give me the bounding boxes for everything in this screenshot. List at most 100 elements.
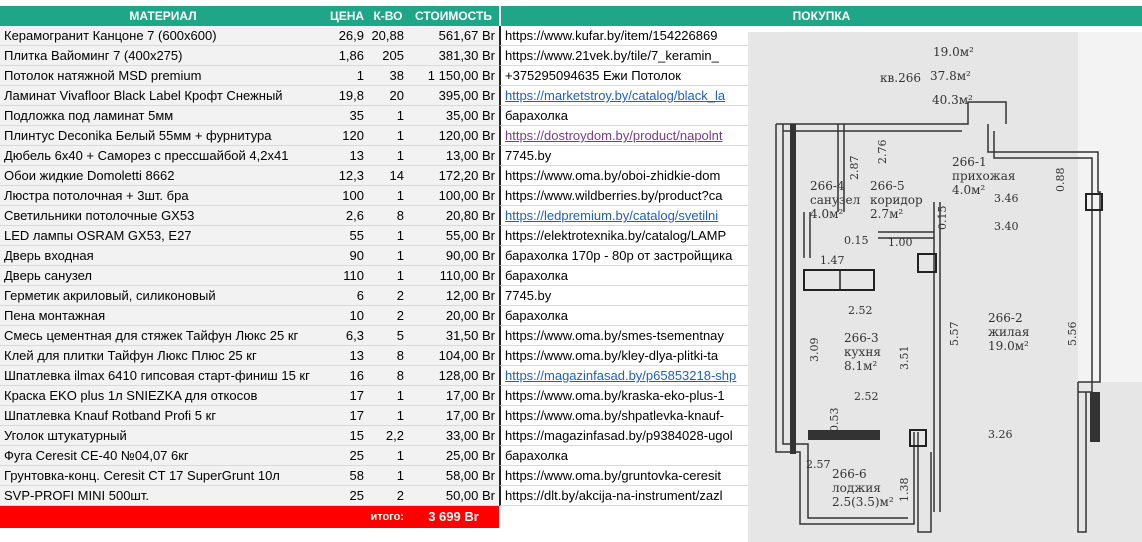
qty-cell[interactable]: 1 [368, 126, 408, 146]
cost-cell[interactable]: 35,00 Br [408, 106, 499, 126]
cost-cell[interactable]: 104,00 Br [408, 346, 499, 366]
qty-cell[interactable]: 2 [368, 286, 408, 306]
material-cell[interactable]: SVP-PROFI MINI 500шт. [0, 486, 326, 506]
cost-cell[interactable]: 110,00 Br [408, 266, 499, 286]
material-cell[interactable]: Дверь санузел [0, 266, 326, 286]
material-cell[interactable]: Подложка под ламинат 5мм [0, 106, 326, 126]
material-cell[interactable]: Клей для плитки Тайфун Люкс Плюс 25 кг [0, 346, 326, 366]
purchase-link[interactable]: https://magazinfasad.by/p65853218-shp [505, 368, 736, 383]
price-cell[interactable]: 58 [326, 466, 368, 486]
qty-cell[interactable]: 8 [368, 366, 408, 386]
qty-cell[interactable]: 1 [368, 406, 408, 426]
cost-cell[interactable]: 50,00 Br [408, 486, 499, 506]
cost-cell[interactable]: 13,00 Br [408, 146, 499, 166]
material-cell[interactable]: Герметик акриловый, силиконовый [0, 286, 326, 306]
price-cell[interactable]: 25 [326, 446, 368, 466]
price-cell[interactable]: 100 [326, 186, 368, 206]
material-cell[interactable]: Дверь входная [0, 246, 326, 266]
material-cell[interactable]: Уголок штукатурный [0, 426, 326, 446]
qty-cell[interactable]: 2 [368, 486, 408, 506]
cost-cell[interactable]: 120,00 Br [408, 126, 499, 146]
price-cell[interactable]: 6 [326, 286, 368, 306]
price-cell[interactable]: 13 [326, 346, 368, 366]
material-cell[interactable]: Плитка Вайоминг 7 (400х275) [0, 46, 326, 66]
qty-cell[interactable]: 2,2 [368, 426, 408, 446]
cost-cell[interactable]: 31,50 Br [408, 326, 499, 346]
cost-cell[interactable]: 55,00 Br [408, 226, 499, 246]
qty-cell[interactable]: 1 [368, 266, 408, 286]
material-cell[interactable]: Фуга Ceresit CE-40 №04,07 6кг [0, 446, 326, 466]
qty-cell[interactable]: 1 [368, 246, 408, 266]
material-cell[interactable]: Обои жидкие Domoletti 8662 [0, 166, 326, 186]
cost-cell[interactable]: 25,00 Br [408, 446, 499, 466]
qty-cell[interactable]: 14 [368, 166, 408, 186]
material-cell[interactable]: Светильники потолочные GX53 [0, 206, 326, 226]
qty-cell[interactable]: 1 [368, 106, 408, 126]
price-cell[interactable]: 17 [326, 406, 368, 426]
material-cell[interactable]: Потолок натяжной MSD premium [0, 66, 326, 86]
purchase-link[interactable]: https://dostroydom.by/product/napolnt [505, 128, 723, 143]
price-cell[interactable]: 1,86 [326, 46, 368, 66]
material-cell[interactable]: Пена монтажная [0, 306, 326, 326]
price-cell[interactable]: 13 [326, 146, 368, 166]
price-cell[interactable]: 19,8 [326, 86, 368, 106]
qty-cell[interactable]: 1 [368, 466, 408, 486]
material-cell[interactable]: Краска EKO plus 1л SNIEZKA для откосов [0, 386, 326, 406]
material-cell[interactable]: Плинтус Deconika Белый 55мм + фурнитура [0, 126, 326, 146]
header-price[interactable]: ЦЕНА [326, 6, 368, 26]
qty-cell[interactable]: 20,88 [368, 26, 408, 46]
price-cell[interactable]: 12,3 [326, 166, 368, 186]
price-cell[interactable]: 35 [326, 106, 368, 126]
price-cell[interactable]: 16 [326, 366, 368, 386]
material-cell[interactable]: LED лампы OSRAM GX53, E27 [0, 226, 326, 246]
cost-cell[interactable]: 128,00 Br [408, 366, 499, 386]
total-value[interactable]: 3 699 Br [408, 506, 499, 528]
purchase-link[interactable]: https://ledpremium.by/catalog/svetilni [505, 208, 718, 223]
cost-cell[interactable]: 33,00 Br [408, 426, 499, 446]
material-cell[interactable]: Смесь цементная для стяжек Тайфун Люкс 2… [0, 326, 326, 346]
material-cell[interactable]: Шпатлевка ilmax 6410 гипсовая старт-фини… [0, 366, 326, 386]
material-cell[interactable]: Шпатлевка Knauf Rotband Profi 5 кг [0, 406, 326, 426]
qty-cell[interactable]: 1 [368, 146, 408, 166]
price-cell[interactable]: 120 [326, 126, 368, 146]
cost-cell[interactable]: 20,80 Br [408, 206, 499, 226]
price-cell[interactable]: 6,3 [326, 326, 368, 346]
price-cell[interactable]: 2,6 [326, 206, 368, 226]
cost-cell[interactable]: 381,30 Br [408, 46, 499, 66]
material-cell[interactable]: Ламинат Vivafloor Black Label Крофт Снеж… [0, 86, 326, 106]
qty-cell[interactable]: 1 [368, 226, 408, 246]
cost-cell[interactable]: 20,00 Br [408, 306, 499, 326]
header-cost[interactable]: СТОИМОСТЬ [408, 6, 499, 26]
material-cell[interactable]: Люстра потолочная + 3шт. бра [0, 186, 326, 206]
header-qty[interactable]: К-ВО [368, 6, 408, 26]
price-cell[interactable]: 17 [326, 386, 368, 406]
price-cell[interactable]: 15 [326, 426, 368, 446]
cost-cell[interactable]: 172,20 Br [408, 166, 499, 186]
qty-cell[interactable]: 1 [368, 386, 408, 406]
cost-cell[interactable]: 58,00 Br [408, 466, 499, 486]
price-cell[interactable]: 25 [326, 486, 368, 506]
material-cell[interactable]: Керамогранит Канцоне 7 (600х600) [0, 26, 326, 46]
material-cell[interactable]: Грунтовка-конц. Ceresit CT 17 SuperGrunt… [0, 466, 326, 486]
qty-cell[interactable]: 1 [368, 186, 408, 206]
cost-cell[interactable]: 395,00 Br [408, 86, 499, 106]
cost-cell[interactable]: 17,00 Br [408, 406, 499, 426]
qty-cell[interactable]: 1 [368, 446, 408, 466]
qty-cell[interactable]: 38 [368, 66, 408, 86]
qty-cell[interactable]: 205 [368, 46, 408, 66]
cost-cell[interactable]: 12,00 Br [408, 286, 499, 306]
cost-cell[interactable]: 1 150,00 Br [408, 66, 499, 86]
material-cell[interactable]: Дюбель 6х40 + Саморез с прессшайбой 4,2х… [0, 146, 326, 166]
price-cell[interactable]: 1 [326, 66, 368, 86]
price-cell[interactable]: 55 [326, 226, 368, 246]
price-cell[interactable]: 90 [326, 246, 368, 266]
cost-cell[interactable]: 561,67 Br [408, 26, 499, 46]
cost-cell[interactable]: 90,00 Br [408, 246, 499, 266]
price-cell[interactable]: 26,9 [326, 26, 368, 46]
purchase-link[interactable]: https://marketstroy.by/catalog/black_la [505, 88, 725, 103]
header-material[interactable]: МАТЕРИАЛ [0, 6, 326, 26]
price-cell[interactable]: 10 [326, 306, 368, 326]
price-cell[interactable]: 110 [326, 266, 368, 286]
qty-cell[interactable]: 20 [368, 86, 408, 106]
qty-cell[interactable]: 8 [368, 346, 408, 366]
